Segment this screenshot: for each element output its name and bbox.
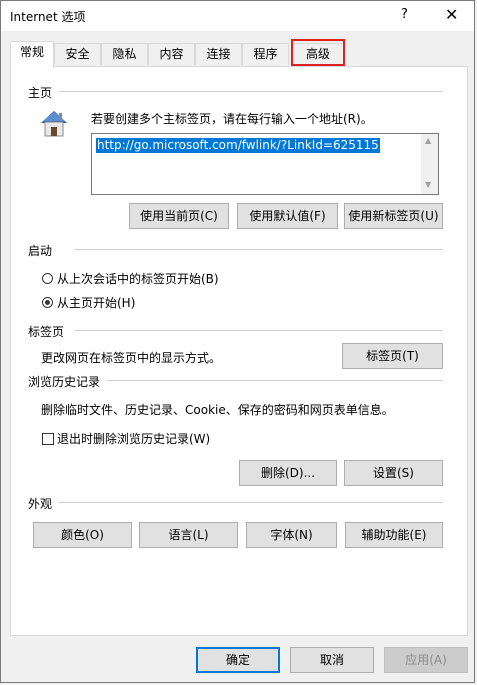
start-home-page-label[interactable]: 从主页开始(H) [57, 294, 135, 311]
home-section-label: 主页 [28, 86, 53, 100]
tab-connections[interactable]: 连接 [195, 43, 242, 65]
startup-section-label: 启动 [28, 244, 53, 258]
tabs-description: 更改网页在标签页中的显示方式。 [41, 351, 222, 365]
use-new-tab-button[interactable]: 使用新标签页(U) [344, 203, 443, 229]
history-description: 删除临时文件、历史记录、Cookie、保存的密码和网页表单信息。 [41, 403, 394, 417]
textarea-scrollbar[interactable]: ▲ ▼ [421, 134, 438, 194]
history-section-divider [107, 380, 443, 381]
appearance-section-label: 外观 [28, 497, 53, 511]
apply-button: 应用(A) [384, 647, 468, 673]
start-last-session-label[interactable]: 从上次会话中的标签页开始(B) [57, 270, 219, 287]
appearance-section-divider [59, 502, 443, 503]
tab-privacy[interactable]: 隐私 [101, 43, 148, 65]
delete-history-on-exit-label[interactable]: 退出时删除浏览历史记录(W) [57, 430, 210, 447]
fonts-button[interactable]: 字体(N) [246, 522, 337, 548]
history-section-label: 浏览历史记录 [28, 375, 101, 389]
tab-content[interactable]: 内容 [148, 43, 195, 65]
advanced-tab-highlight [291, 39, 345, 66]
home-page-urls-textarea[interactable]: http://go.microsoft.com/fwlink/?LinkId=6… [91, 133, 439, 195]
history-settings-button[interactable]: 设置(S) [344, 460, 443, 486]
title-bar: Internet 选项 ? ✕ [1, 1, 474, 31]
close-button[interactable]: ✕ [445, 5, 458, 24]
home-page-url: http://go.microsoft.com/fwlink/?LinkId=6… [96, 138, 380, 153]
startup-section-divider [75, 249, 443, 250]
start-last-session-radio[interactable] [42, 273, 53, 284]
tabs-section-label: 标签页 [28, 325, 65, 339]
window-title: Internet 选项 [10, 10, 86, 24]
scroll-up-icon[interactable]: ▲ [425, 136, 431, 145]
scroll-down-icon[interactable]: ▼ [425, 180, 431, 189]
home-instruction: 若要创建多个主标签页，请在每行输入一个地址(R)。 [91, 112, 373, 126]
use-current-page-button[interactable]: 使用当前页(C) [129, 203, 229, 229]
cancel-button[interactable]: 取消 [290, 647, 374, 673]
languages-button[interactable]: 语言(L) [139, 522, 238, 548]
colors-button[interactable]: 颜色(O) [33, 522, 132, 548]
delete-history-button[interactable]: 删除(D)... [239, 460, 337, 486]
accessibility-button[interactable]: 辅助功能(E) [345, 522, 443, 548]
tab-programs[interactable]: 程序 [242, 43, 289, 65]
start-home-page-radio[interactable] [42, 297, 53, 308]
tab-security[interactable]: 安全 [54, 43, 101, 65]
tab-general[interactable]: 常规 [10, 41, 54, 68]
help-button[interactable]: ? [401, 7, 408, 22]
tabs-settings-button[interactable]: 标签页(T) [342, 343, 443, 369]
delete-history-on-exit-checkbox[interactable] [42, 433, 54, 445]
use-default-button[interactable]: 使用默认值(F) [237, 203, 338, 229]
internet-options-dialog: Internet 选项 ? ✕ 常规 安全 隐私 内容 连接 程序 高级 主页 … [0, 0, 475, 683]
home-section-divider [59, 91, 443, 92]
ok-button[interactable]: 确定 [196, 647, 280, 673]
tabs-section-divider [75, 330, 443, 331]
home-house-icon [41, 111, 67, 137]
general-tab-panel: 主页 若要创建多个主标签页，请在每行输入一个地址(R)。 http://go.m… [10, 66, 468, 636]
